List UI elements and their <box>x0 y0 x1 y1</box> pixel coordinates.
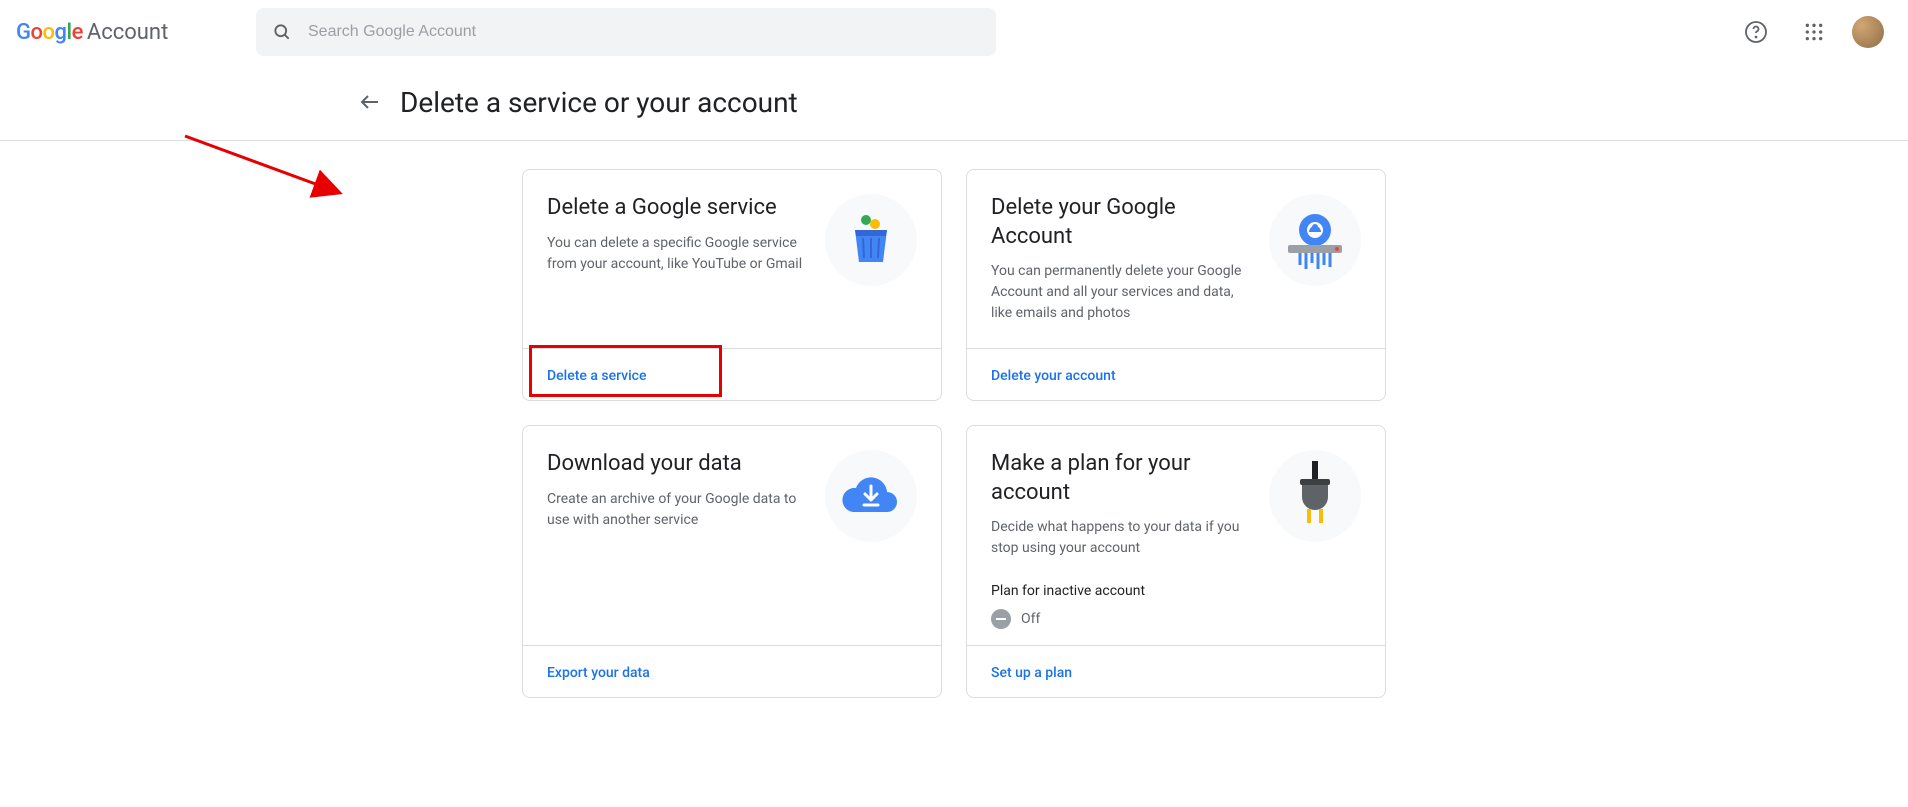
annotation-arrow <box>180 131 360 211</box>
card-delete-account: Delete your Google Account You can perma… <box>966 169 1386 401</box>
card-desc: You can delete a specific Google service… <box>547 233 809 275</box>
avatar[interactable] <box>1852 16 1884 48</box>
plug-icon <box>1290 461 1340 531</box>
trash-illustration <box>825 194 917 286</box>
header-right <box>1736 12 1892 52</box>
account-label: Account <box>87 20 168 45</box>
app-header: Google Account <box>0 0 1908 64</box>
export-data-link[interactable]: Export your data <box>547 665 650 681</box>
search-input[interactable] <box>308 23 980 41</box>
inactive-plan-status-row[interactable]: Off <box>991 609 1361 629</box>
card-extra: Plan for inactive account Off <box>967 583 1385 645</box>
page-title: Delete a service or your account <box>400 86 798 119</box>
cloud-download-icon <box>839 472 903 520</box>
card-title: Delete your Google Account <box>991 194 1253 251</box>
shredder-illustration <box>1269 194 1361 286</box>
search-icon <box>272 22 292 42</box>
card-desc: Decide what happens to your data if you … <box>991 517 1253 559</box>
delete-account-link[interactable]: Delete your account <box>991 368 1116 384</box>
status-off-icon <box>991 609 1011 629</box>
google-logo: Google <box>16 20 83 45</box>
apps-button[interactable] <box>1794 12 1834 52</box>
card-desc: Create an archive of your Google data to… <box>547 489 809 531</box>
search-bar[interactable] <box>256 8 996 56</box>
inactive-plan-value: Off <box>1021 611 1040 627</box>
trash-icon <box>841 210 901 270</box>
plug-illustration <box>1269 450 1361 542</box>
content: Delete a Google service You can delete a… <box>0 141 1908 698</box>
inactive-plan-label: Plan for inactive account <box>991 583 1361 599</box>
shredder-icon <box>1280 205 1350 275</box>
help-icon <box>1744 20 1768 44</box>
card-desc: You can permanently delete your Google A… <box>991 261 1253 324</box>
cards-grid: Delete a Google service You can delete a… <box>522 169 1386 698</box>
card-title: Make a plan for your account <box>991 450 1253 507</box>
help-button[interactable] <box>1736 12 1776 52</box>
card-delete-service: Delete a Google service You can delete a… <box>522 169 942 401</box>
back-button[interactable] <box>350 82 390 122</box>
card-inactive-plan: Make a plan for your account Decide what… <box>966 425 1386 698</box>
apps-grid-icon <box>1804 22 1824 42</box>
card-title: Download your data <box>547 450 809 479</box>
logo-area[interactable]: Google Account <box>16 20 216 45</box>
arrow-left-icon <box>358 90 382 114</box>
setup-plan-link[interactable]: Set up a plan <box>991 665 1072 681</box>
card-title: Delete a Google service <box>547 194 809 223</box>
delete-service-link[interactable]: Delete a service <box>547 368 646 384</box>
page-header: Delete a service or your account <box>0 64 1908 141</box>
card-download-data: Download your data Create an archive of … <box>522 425 942 698</box>
cloud-download-illustration <box>825 450 917 542</box>
